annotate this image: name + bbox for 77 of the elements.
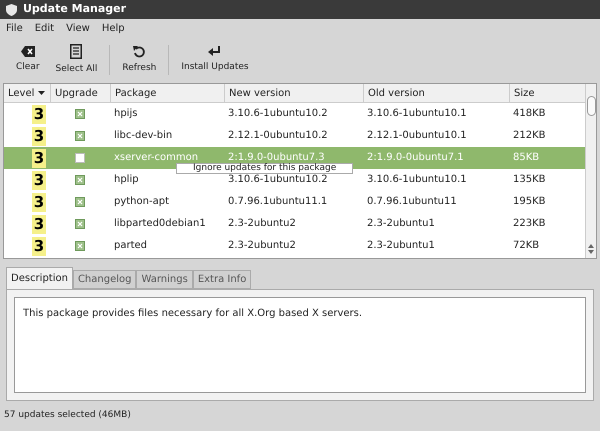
menu-item[interactable]: Help bbox=[102, 20, 125, 36]
toolbar-button[interactable]: Install Updates bbox=[173, 46, 257, 74]
table-row[interactable]: 3 parted 2.3-2ubuntu2 2.3-2ubuntu1 72KB bbox=[4, 235, 585, 257]
level-badge: 3 bbox=[32, 214, 46, 234]
table-cell: 3.10.6-1ubuntu10.2 bbox=[228, 108, 328, 119]
refresh-icon bbox=[132, 44, 146, 58]
tab[interactable]: Description bbox=[6, 267, 73, 289]
table-cell: 72KB bbox=[513, 240, 540, 251]
tab[interactable]: Extra Info bbox=[192, 270, 252, 289]
checkbox[interactable] bbox=[75, 131, 85, 141]
table-row[interactable]: 3 libparted0debian1 2.3-2ubuntu2 2.3-2ubuntu1 223KB bbox=[4, 213, 585, 235]
toolbar-button[interactable]: Clear bbox=[8, 46, 48, 74]
table-cell: 2:1.9.0-0ubuntu7.3 bbox=[228, 152, 325, 163]
status-text: 57 updates selected (46MB) bbox=[4, 409, 131, 422]
table-cell: 2.3-2ubuntu2 bbox=[228, 218, 296, 229]
scrollbar[interactable] bbox=[585, 84, 596, 258]
table-cell: 85KB bbox=[513, 152, 540, 163]
tab[interactable]: Changelog bbox=[72, 270, 136, 289]
document-icon bbox=[70, 44, 82, 59]
checkbox[interactable] bbox=[75, 219, 85, 229]
table-cell: 2.3-2ubuntu2 bbox=[228, 240, 296, 251]
window-title: Update Manager bbox=[23, 1, 126, 18]
table-row[interactable]: 3 hpijs 3.10.6-1ubuntu10.2 3.10.6-1ubuntu10.1 418KB bbox=[4, 103, 585, 125]
menu-item[interactable]: File bbox=[6, 20, 23, 36]
checkbox[interactable] bbox=[75, 109, 85, 119]
table-cell: 2.3-2ubuntu1 bbox=[367, 240, 435, 251]
checkbox[interactable] bbox=[75, 197, 85, 207]
checkbox[interactable] bbox=[75, 153, 85, 163]
toolbar-button[interactable]: Select All bbox=[48, 44, 106, 76]
table-cell: 135KB bbox=[513, 174, 546, 185]
table-cell: 2:1.9.0-0ubuntu7.1 bbox=[367, 152, 464, 163]
checkbox[interactable] bbox=[75, 175, 85, 185]
package-name: libc-dev-bin bbox=[114, 130, 172, 141]
table-cell: 2.12.1-0ubuntu10.2 bbox=[228, 130, 328, 141]
context-menu[interactable]: Ignore updates for this package bbox=[176, 163, 354, 174]
package-name: python-apt bbox=[114, 196, 169, 207]
package-name: xserver-common bbox=[114, 152, 198, 163]
column-header[interactable]: Upgrade bbox=[50, 84, 110, 102]
table-cell: 3.10.6-1ubuntu10.1 bbox=[367, 174, 467, 185]
description-text: This package provides files necessary for all X.Org based X servers. bbox=[14, 297, 586, 393]
level-badge: 3 bbox=[32, 192, 46, 212]
package-name: hpijs bbox=[114, 108, 138, 119]
table-cell: 2.3-2ubuntu1 bbox=[367, 218, 435, 229]
menu-item[interactable]: View bbox=[66, 20, 90, 36]
table-row[interactable]: 3 libc-dev-bin 2.12.1-0ubuntu10.2 2.12.1-0ubuntu10.1 212KB bbox=[4, 125, 585, 147]
column-header[interactable]: Package bbox=[110, 84, 224, 102]
package-name: parted bbox=[114, 240, 148, 251]
toolbar-button[interactable]: Refresh bbox=[114, 44, 164, 76]
package-name: hplip bbox=[114, 174, 139, 185]
table-cell: 195KB bbox=[513, 196, 546, 207]
backspace-icon bbox=[20, 46, 35, 57]
tab[interactable]: Warnings bbox=[136, 270, 193, 289]
level-badge: 3 bbox=[32, 148, 46, 168]
table-cell: 418KB bbox=[513, 108, 546, 119]
column-header[interactable]: New version bbox=[224, 84, 363, 102]
table-cell: 0.7.96.1ubuntu11.1 bbox=[228, 196, 328, 207]
package-name: libparted0debian1 bbox=[114, 218, 206, 229]
shield-icon bbox=[6, 4, 17, 16]
scrollbar-thumb[interactable] bbox=[586, 96, 596, 116]
sort-down-icon bbox=[38, 91, 46, 95]
level-badge: 3 bbox=[32, 236, 46, 256]
table-cell: 0.7.96.1ubuntu11 bbox=[367, 196, 457, 207]
level-badge: 3 bbox=[32, 104, 46, 124]
level-badge: 3 bbox=[32, 126, 46, 146]
menu-item[interactable]: Edit bbox=[34, 20, 54, 36]
enter-arrow-icon bbox=[208, 46, 222, 57]
table-cell: 223KB bbox=[513, 218, 546, 229]
table-cell: 3.10.6-1ubuntu10.1 bbox=[367, 108, 467, 119]
level-badge: 3 bbox=[32, 170, 46, 190]
checkbox[interactable] bbox=[75, 241, 85, 251]
table-cell: 3.10.6-1ubuntu10.2 bbox=[228, 174, 328, 185]
table-cell: 2.12.1-0ubuntu10.1 bbox=[367, 130, 467, 141]
scroll-arrows-icon bbox=[588, 244, 594, 254]
table-row[interactable]: 3 python-apt 0.7.96.1ubuntu11.1 0.7.96.1ubuntu11 195KB bbox=[4, 191, 585, 213]
column-header[interactable]: Old version bbox=[363, 84, 509, 102]
table-cell: 212KB bbox=[513, 130, 546, 141]
column-header[interactable]: Level bbox=[4, 84, 50, 102]
